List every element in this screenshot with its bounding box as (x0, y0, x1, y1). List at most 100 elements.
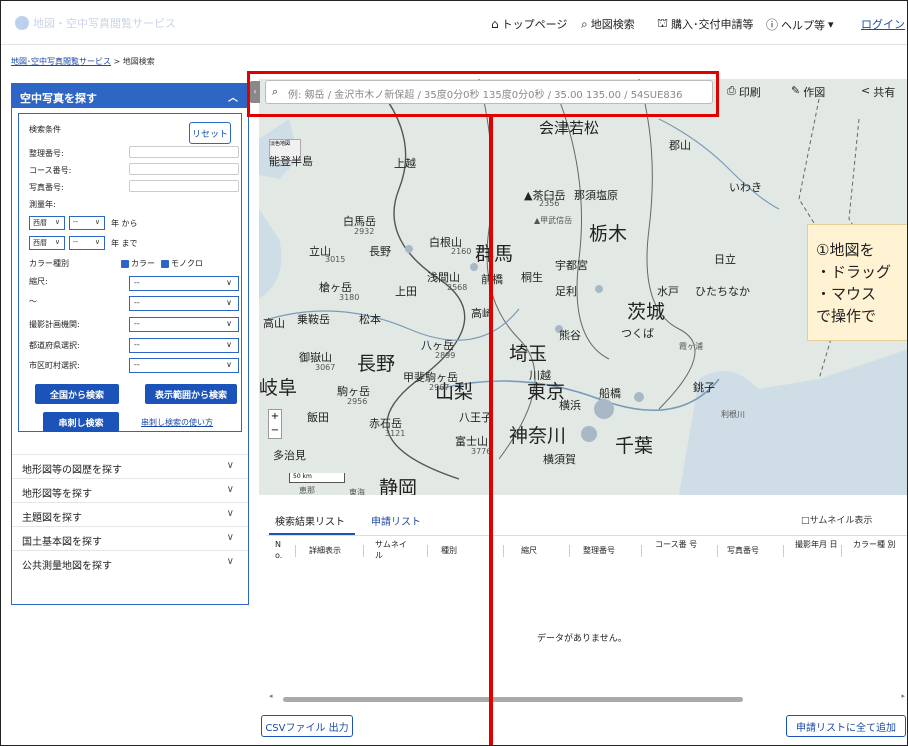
map-label: 上田 (395, 285, 417, 298)
column-sep (295, 545, 296, 557)
add-all-to-request-button[interactable]: 申請リストに全て追加 (786, 715, 906, 737)
help-icon: ⓘ (766, 18, 779, 32)
map-label: 乗鞍岳 (297, 313, 330, 326)
scroll-thumb[interactable] (283, 697, 743, 702)
sidebar-item-public[interactable]: 公共測量地図を探す ∨ (12, 550, 248, 574)
accordion-label: 公共測量地図を探す (22, 561, 112, 572)
column-sep (427, 545, 428, 557)
column-header: N o. (275, 540, 283, 560)
nav-top[interactable]: ⌂ トップページ (491, 16, 567, 32)
nav-help-label: ヘルプ等 (781, 18, 826, 32)
sidebar-item-topo[interactable]: 地形図等を探す ∨ (12, 478, 248, 502)
breadcrumb: 地図･空中写真閲覧サービス > 地図検索 (11, 56, 155, 67)
print-button[interactable]: ⎙ 印刷 (727, 84, 761, 100)
scale-to-select[interactable]: -- ∨ (129, 296, 239, 311)
scroll-right-icon[interactable]: ▸ (901, 692, 905, 700)
map-label: 横浜 (559, 399, 581, 412)
nav-map-search[interactable]: ⌕ 地図検索 (581, 16, 635, 32)
color-option-label: カラー (131, 259, 155, 268)
map-label: 飯田 (307, 411, 329, 424)
tab-search-results[interactable]: 検索結果リスト (275, 513, 345, 528)
sidebar-title: 空中写真を探す (20, 92, 97, 105)
map-label: 長野 (357, 353, 396, 375)
map-label: 能登半島 (269, 155, 313, 168)
map-label: 2160 (451, 247, 472, 256)
photo-input[interactable] (129, 180, 239, 192)
map-label: 松本 (359, 313, 381, 326)
sidebar-item-history[interactable]: 地形図等の図歴を探す ∨ (12, 454, 248, 478)
map-label: 利根川 (721, 410, 745, 419)
map-label: 銚子 (693, 381, 715, 394)
reset-button[interactable]: リセット (189, 122, 231, 144)
chevron-down-icon: ∨ (226, 360, 232, 369)
thumbnail-toggle[interactable]: □サムネイル表示 (801, 513, 872, 526)
mono-option-label: モノクロ (171, 259, 203, 268)
nav-purchase[interactable]: ⛫ 購入･交付申請等 (657, 16, 754, 32)
scroll-left-icon[interactable]: ◂ (269, 692, 273, 700)
mono-checkbox[interactable]: モノクロ (161, 258, 203, 269)
chevron-down-icon: ∨ (94, 218, 100, 226)
draw-button[interactable]: ✎ 作図 (791, 84, 825, 100)
search-form: 検索条件 リセット 整理番号: コース番号: 写真番号: 測量年: 西暦 ∨ --… (18, 113, 242, 432)
breadcrumb-root[interactable]: 地図･空中写真閲覧サービス (11, 57, 111, 66)
era-to-select[interactable]: 西暦 ∨ (29, 236, 65, 250)
chevron-down-icon: ∨ (226, 484, 234, 495)
agency-label: 撮影計画機関: (29, 320, 80, 329)
instruction-callout: ①地図を ・ドラッグ ・マウス で操作で (807, 224, 907, 341)
city-select[interactable]: -- ∨ (129, 358, 239, 373)
horizontal-scrollbar[interactable]: ◂ ▸ (269, 692, 905, 703)
zoom-in-button[interactable]: + (269, 410, 281, 424)
map-label: 上越 (394, 157, 416, 170)
search-range-button[interactable]: 表示範囲から検索 (145, 384, 237, 404)
share-button[interactable]: < 共有 (861, 84, 895, 100)
tab-request-list[interactable]: 申請リスト (371, 513, 421, 528)
sidebar-section-aerial[interactable]: 空中写真を探す ︿ (12, 84, 248, 108)
csv-export-button[interactable]: CSVファイル 出力 (261, 715, 353, 737)
pref-select[interactable]: -- ∨ (129, 338, 239, 353)
print-label: 印刷 (738, 86, 761, 99)
color-checkbox[interactable]: カラー (121, 258, 155, 269)
map-label: 高山 (263, 317, 285, 330)
breadcrumb-sep: > (113, 57, 121, 66)
nav-login[interactable]: ログイン (861, 16, 905, 32)
sidebar-item-basic[interactable]: 国土基本図を探す ∨ (12, 526, 248, 550)
scale-label: 50 km (293, 473, 312, 480)
pref-value: -- (134, 340, 140, 349)
seiri-input[interactable] (129, 146, 239, 158)
column-header: 撮影年月 日 (795, 540, 838, 549)
chevron-down-icon: ∨ (226, 298, 232, 307)
zoom-control[interactable]: + − (268, 409, 282, 439)
column-sep (841, 545, 842, 557)
column-header: 詳細表示 (309, 546, 341, 555)
year-from-select[interactable]: -- ∨ (69, 216, 105, 230)
column-header: コース番 号 (655, 540, 698, 549)
map-label: 日立 (714, 253, 736, 266)
sidebar-item-thematic[interactable]: 主題図を探す ∨ (12, 502, 248, 526)
accordion-label: 地形図等を探す (22, 489, 92, 500)
callout-line: ・ドラッグ (816, 263, 892, 281)
kushizashi-search-button[interactable]: 串刺し検索 (43, 412, 119, 432)
callout-line: ・マウス (816, 285, 877, 303)
highlight-box (247, 71, 719, 117)
map-label: 群馬 (475, 243, 514, 265)
era-from-select[interactable]: 西暦 ∨ (29, 216, 65, 230)
search-all-button[interactable]: 全国から検索 (35, 384, 119, 404)
chevron-down-icon: ∨ (226, 319, 232, 328)
year-to-select[interactable]: -- ∨ (69, 236, 105, 250)
empty-message: データがありません。 (537, 634, 627, 644)
course-input[interactable] (129, 163, 239, 175)
map-label: つくば (621, 327, 654, 340)
nav-help[interactable]: ⓘ ヘルプ等 ▾ (766, 16, 834, 33)
scale-from-select[interactable]: -- ∨ (129, 276, 239, 291)
site-logo[interactable]: 地図・空中写真閲覧サービス (15, 15, 176, 31)
accordion-label: 国土基本図を探す (22, 537, 102, 548)
caret-down-icon: ▾ (828, 18, 834, 31)
map-label: 霞ヶ浦 (679, 342, 703, 351)
map-label: 3015 (325, 255, 346, 264)
kushizashi-help-link[interactable]: 串刺し検索の使い方 (141, 417, 213, 428)
agency-select[interactable]: -- ∨ (129, 317, 239, 332)
zoom-out-button[interactable]: − (269, 424, 281, 438)
map-label: 東海 (349, 488, 365, 495)
scale-tilde: ～ (29, 297, 37, 306)
map-label: 2356 (539, 199, 560, 208)
